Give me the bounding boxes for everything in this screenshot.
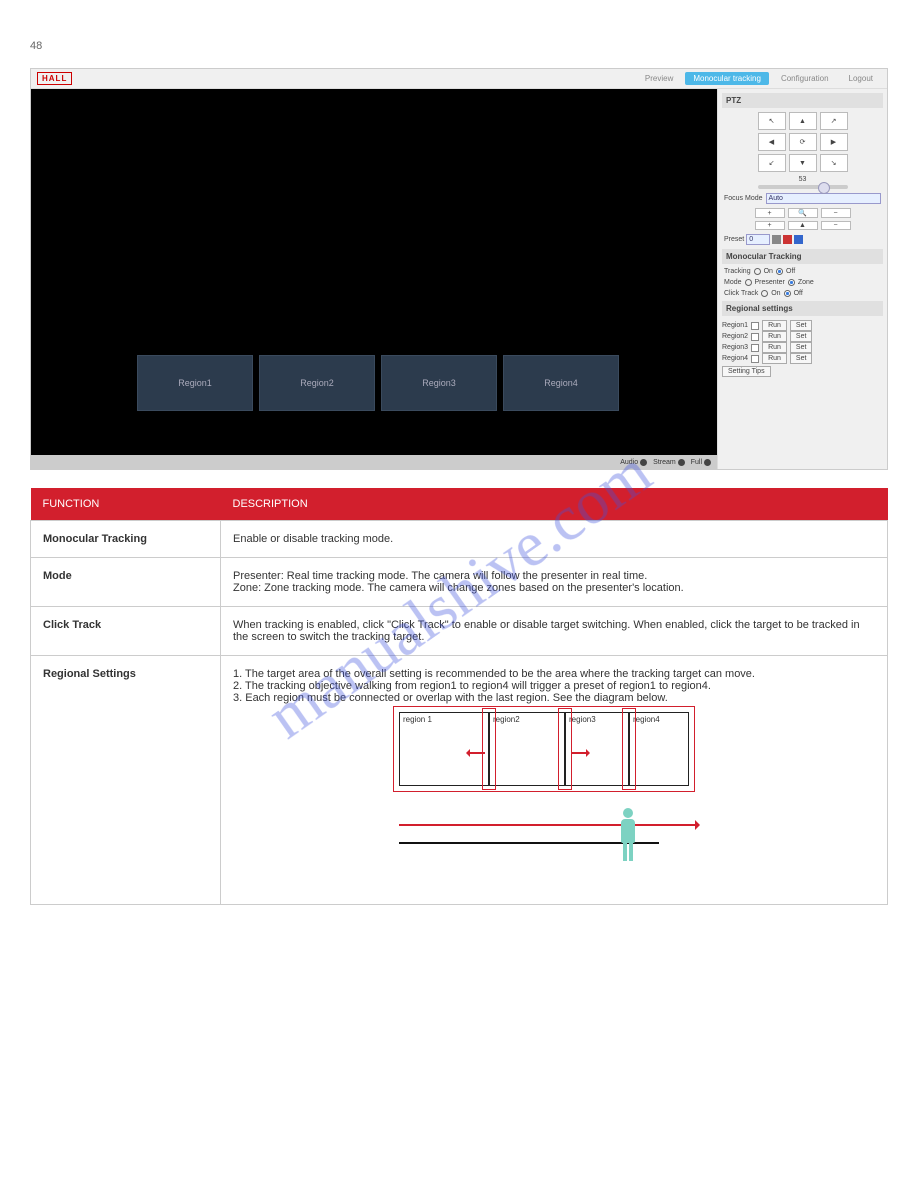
preset-edit-icon[interactable] (772, 235, 781, 244)
fullscreen-toggle[interactable]: Full (691, 459, 711, 466)
table-row-description: Presenter: Real time tracking mode. The … (221, 558, 888, 607)
zoom-icon: 🔍 (788, 208, 818, 218)
audio-icon (640, 459, 647, 466)
ptz-down[interactable]: ▼ (789, 154, 817, 172)
th-function: FUNCTION (31, 488, 221, 521)
table-row-description: When tracking is enabled, click "Click T… (221, 607, 888, 656)
region-row-label: Region4 (722, 355, 748, 362)
region-enable-checkbox[interactable] (751, 322, 759, 330)
region-run-button[interactable]: Run (762, 331, 787, 342)
person-icon (617, 808, 639, 861)
region-overlay-4: Region4 (503, 355, 619, 411)
zoom-in[interactable]: + (755, 208, 785, 218)
ptz-left[interactable]: ◀ (758, 133, 786, 151)
viewport-toolbar: Audio Stream Full (31, 455, 717, 469)
preset-label: Preset (724, 236, 744, 243)
ptz-speed-value: 53 (799, 176, 807, 183)
region-overlay-2: Region2 (259, 355, 375, 411)
camera-webui: HALL Preview Monocular tracking Configur… (30, 68, 888, 470)
ptz-home[interactable]: ⟳ (789, 133, 817, 151)
table-row-description: 1. The target area of the overall settin… (221, 656, 888, 905)
region-set-button[interactable]: Set (790, 331, 813, 342)
table-row-function: Mode (31, 558, 221, 607)
setting-tips-button[interactable]: Setting Tips (722, 366, 771, 377)
clicktrack-on-radio[interactable] (761, 290, 768, 297)
preset-call-icon[interactable] (794, 235, 803, 244)
nav-monocular-tracking[interactable]: Monocular tracking (685, 72, 769, 85)
clicktrack-label: Click Track (724, 290, 758, 297)
mode-zone-radio[interactable] (788, 279, 795, 286)
video-viewport[interactable]: Region1 Region2 Region3 Region4 (31, 89, 717, 455)
nav-logout[interactable]: Logout (841, 72, 881, 85)
monocular-tracking-header: Monocular Tracking (722, 249, 883, 264)
region-run-button[interactable]: Run (762, 342, 787, 353)
region-enable-checkbox[interactable] (751, 333, 759, 341)
region-set-button[interactable]: Set (790, 342, 813, 353)
ptz-right[interactable]: ▶ (820, 133, 848, 151)
app-header: HALL Preview Monocular tracking Configur… (31, 69, 887, 89)
direction-arrow-icon (399, 824, 699, 826)
region-run-button[interactable]: Run (762, 353, 787, 364)
focus-icon: ▲ (788, 221, 818, 230)
preset-delete-icon[interactable] (783, 235, 792, 244)
hall-logo: HALL (37, 72, 72, 85)
table-row-function: Regional Settings (31, 656, 221, 905)
region-enable-checkbox[interactable] (751, 344, 759, 352)
ptz-speed-slider[interactable] (758, 185, 848, 189)
focus-near[interactable]: + (755, 221, 785, 230)
clicktrack-off-radio[interactable] (784, 290, 791, 297)
ptz-up-left[interactable]: ↖ (758, 112, 786, 130)
region-row-label: Region2 (722, 333, 748, 340)
tracking-label: Tracking (724, 268, 751, 275)
ptz-up[interactable]: ▲ (789, 112, 817, 130)
function-table: FUNCTION DESCRIPTION Monocular TrackingE… (30, 488, 888, 905)
region-enable-checkbox[interactable] (751, 355, 759, 363)
ptz-dpad: ↖ ▲ ↗ ◀ ⟳ ▶ ↙ ▼ ↘ (722, 112, 883, 172)
page-number: 48 (30, 40, 888, 52)
region-run-button[interactable]: Run (762, 320, 787, 331)
fullscreen-icon (704, 459, 711, 466)
stream-toggle[interactable]: Stream (653, 459, 685, 466)
audio-toggle[interactable]: Audio (620, 459, 647, 466)
ptz-down-left[interactable]: ↙ (758, 154, 786, 172)
video-viewport-wrap: Region1 Region2 Region3 Region4 Audio St… (31, 89, 717, 469)
ptz-down-right[interactable]: ↘ (820, 154, 848, 172)
tracking-on-radio[interactable] (754, 268, 761, 275)
ptz-up-right[interactable]: ↗ (820, 112, 848, 130)
region-set-button[interactable]: Set (790, 320, 813, 331)
zone-overlap-diagram: region 1region2region3region4 (399, 712, 709, 892)
side-panel: PTZ ↖ ▲ ↗ ◀ ⟳ ▶ ↙ ▼ ↘ 53 Focus Mod (717, 89, 887, 469)
tracking-off-radio[interactable] (776, 268, 783, 275)
nav-preview[interactable]: Preview (637, 72, 681, 85)
region-row-label: Region3 (722, 344, 748, 351)
stream-icon (678, 459, 685, 466)
preset-select[interactable]: 0 (746, 234, 770, 245)
region-overlay-3: Region3 (381, 355, 497, 411)
region-row-label: Region1 (722, 322, 748, 329)
focus-far[interactable]: − (821, 221, 851, 230)
zoom-out[interactable]: − (821, 208, 851, 218)
table-row-description: Enable or disable tracking mode. (221, 521, 888, 558)
ptz-panel-header: PTZ (722, 93, 883, 108)
region-overlay-1: Region1 (137, 355, 253, 411)
table-row-function: Monocular Tracking (31, 521, 221, 558)
focus-mode-label: Focus Mode (724, 195, 763, 202)
region-set-button[interactable]: Set (790, 353, 813, 364)
mode-label: Mode (724, 279, 742, 286)
regional-settings-header: Regional settings (722, 301, 883, 316)
table-row-function: Click Track (31, 607, 221, 656)
mode-presenter-radio[interactable] (745, 279, 752, 286)
nav-configuration[interactable]: Configuration (773, 72, 837, 85)
focus-mode-select[interactable]: Auto (766, 193, 881, 204)
th-description: DESCRIPTION (221, 488, 888, 521)
